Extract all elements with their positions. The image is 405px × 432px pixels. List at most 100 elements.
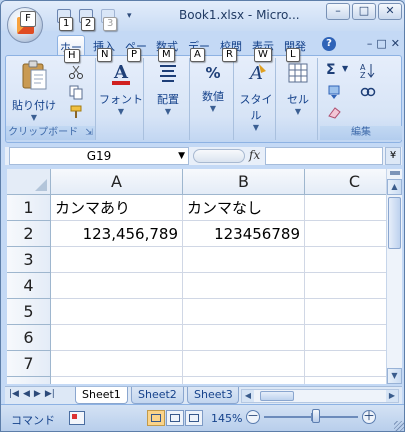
alignment-button[interactable]: 配置 ▼ (146, 58, 190, 116)
clear-icon[interactable] (326, 104, 342, 120)
macro-recording-icon[interactable] (69, 411, 85, 425)
close-button[interactable]: ✕ (378, 3, 402, 20)
cell-a5[interactable] (51, 299, 183, 325)
row-header-7[interactable]: 7 (7, 351, 51, 377)
cell-c7[interactable] (305, 351, 386, 377)
paste-dropdown-icon[interactable]: ▼ (8, 113, 60, 122)
autosum-dropdown-icon[interactable]: ▼ (342, 64, 358, 80)
split-box-handle[interactable] (390, 171, 400, 175)
styles-button[interactable]: A スタイル ▼ (236, 58, 276, 132)
vertical-scroll-thumb[interactable] (388, 197, 401, 249)
cell-a4[interactable] (51, 273, 183, 299)
scroll-down-arrow-icon[interactable]: ▼ (387, 368, 402, 384)
prev-sheet-icon[interactable]: ◀ (23, 389, 30, 399)
sheet-tab-sheet1[interactable]: Sheet1 (75, 387, 128, 404)
formula-bar-expand-icon[interactable]: ¥ (385, 147, 401, 165)
find-select-icon[interactable] (360, 84, 376, 100)
zoom-in-button[interactable]: ＋ (362, 410, 376, 424)
minimize-button[interactable]: – (326, 3, 350, 20)
format-painter-icon[interactable] (68, 104, 84, 120)
fill-icon[interactable] (326, 84, 342, 100)
sheet-tab-sheet2[interactable]: Sheet2 (131, 387, 184, 404)
last-sheet-icon[interactable]: ▶| (45, 389, 55, 399)
tab-developer[interactable]: 開発 L (282, 35, 308, 62)
zoom-out-button[interactable]: － (246, 410, 260, 424)
tab-home[interactable]: ホー H (57, 35, 85, 63)
sort-filter-icon[interactable]: A Z (360, 62, 376, 78)
cell-c6[interactable] (305, 325, 386, 351)
cell-c1[interactable] (305, 195, 386, 221)
row-header-1[interactable]: 1 (7, 195, 51, 221)
row-header-5[interactable]: 5 (7, 299, 51, 325)
name-box[interactable]: G19 ▼ (9, 147, 189, 165)
workbook-close-button[interactable]: ✕ (391, 37, 400, 50)
cell-b3[interactable] (183, 247, 305, 273)
zoom-slider-thumb[interactable] (312, 409, 320, 423)
qat-undo-button[interactable]: 2 (77, 7, 96, 31)
maximize-button[interactable]: □ (352, 3, 376, 20)
insert-function-icon[interactable]: fx (249, 148, 260, 162)
column-header-a[interactable]: A (51, 169, 183, 195)
cell-a2[interactable]: 123,456,789 (51, 221, 183, 247)
row-header-6[interactable]: 6 (7, 325, 51, 351)
vertical-scrollbar[interactable]: ▲ ▼ (386, 169, 402, 384)
paste-button[interactable]: 貼り付け ▼ (8, 58, 60, 122)
resize-grip-icon[interactable] (394, 421, 404, 431)
cell-b8[interactable] (183, 377, 305, 384)
cell-b4[interactable] (183, 273, 305, 299)
cell-c5[interactable] (305, 299, 386, 325)
cell-c4[interactable] (305, 273, 386, 299)
row-header-3[interactable]: 3 (7, 247, 51, 273)
cell-a7[interactable] (51, 351, 183, 377)
tab-view[interactable]: 表示 W (250, 35, 276, 62)
workbook-restore-button[interactable]: □ (376, 37, 386, 50)
page-layout-view-button[interactable] (166, 410, 184, 426)
cell-c8[interactable] (305, 377, 386, 384)
cell-c2[interactable] (305, 221, 386, 247)
font-button[interactable]: A フォント ▼ (98, 58, 144, 116)
tab-review[interactable]: 校閲 R (218, 35, 244, 62)
column-header-c[interactable]: C (305, 169, 386, 195)
cell-a8[interactable] (51, 377, 183, 384)
qat-save-button[interactable]: 1 (55, 7, 74, 31)
row-header-2[interactable]: 2 (7, 221, 51, 247)
cell-c3[interactable] (305, 247, 386, 273)
normal-view-button[interactable] (147, 410, 165, 426)
scroll-up-arrow-icon[interactable]: ▲ (387, 179, 402, 195)
qat-redo-button[interactable]: 3 (99, 7, 118, 31)
tab-insert[interactable]: 挿入 N (91, 35, 117, 62)
cut-icon[interactable] (68, 64, 84, 80)
clipboard-launcher-icon[interactable]: ⇲ (85, 128, 93, 138)
cells-button[interactable]: セル ▼ (278, 58, 318, 116)
sheet-tab-sheet3[interactable]: Sheet3 (187, 387, 239, 404)
zoom-level[interactable]: 145% (211, 412, 242, 425)
cell-a3[interactable] (51, 247, 183, 273)
cell-b6[interactable] (183, 325, 305, 351)
page-break-view-button[interactable] (185, 410, 203, 426)
scroll-left-arrow-icon[interactable]: ◀ (242, 390, 254, 402)
office-button[interactable]: F (7, 7, 43, 43)
cell-b1[interactable]: カンマなし (183, 195, 305, 221)
workbook-minimize-button[interactable]: – (367, 37, 373, 50)
tab-data[interactable]: デー A (186, 35, 212, 62)
horizontal-scrollbar[interactable]: ◀ ▶ (241, 389, 399, 403)
copy-icon[interactable] (68, 84, 84, 100)
cell-b5[interactable] (183, 299, 305, 325)
first-sheet-icon[interactable]: |◀ (9, 389, 19, 399)
tab-formulas[interactable]: 数式 M (154, 35, 180, 62)
horizontal-scroll-thumb[interactable] (260, 391, 294, 401)
cell-a1[interactable]: カンマあり (51, 195, 183, 221)
column-header-b[interactable]: B (183, 169, 305, 195)
row-header-8[interactable] (7, 377, 51, 384)
qat-customize-icon[interactable]: ▾ (127, 11, 132, 21)
cell-a6[interactable] (51, 325, 183, 351)
tab-page-layout[interactable]: ペー P (123, 35, 149, 62)
cell-b7[interactable] (183, 351, 305, 377)
scroll-right-arrow-icon[interactable]: ▶ (386, 390, 398, 402)
name-box-dropdown-icon[interactable]: ▼ (178, 148, 185, 164)
row-header-4[interactable]: 4 (7, 273, 51, 299)
select-all-button[interactable] (7, 169, 51, 195)
number-button[interactable]: % 数値 ▼ (192, 58, 234, 113)
help-icon[interactable]: ? (322, 37, 336, 51)
cell-b2[interactable]: 123456789 (183, 221, 305, 247)
